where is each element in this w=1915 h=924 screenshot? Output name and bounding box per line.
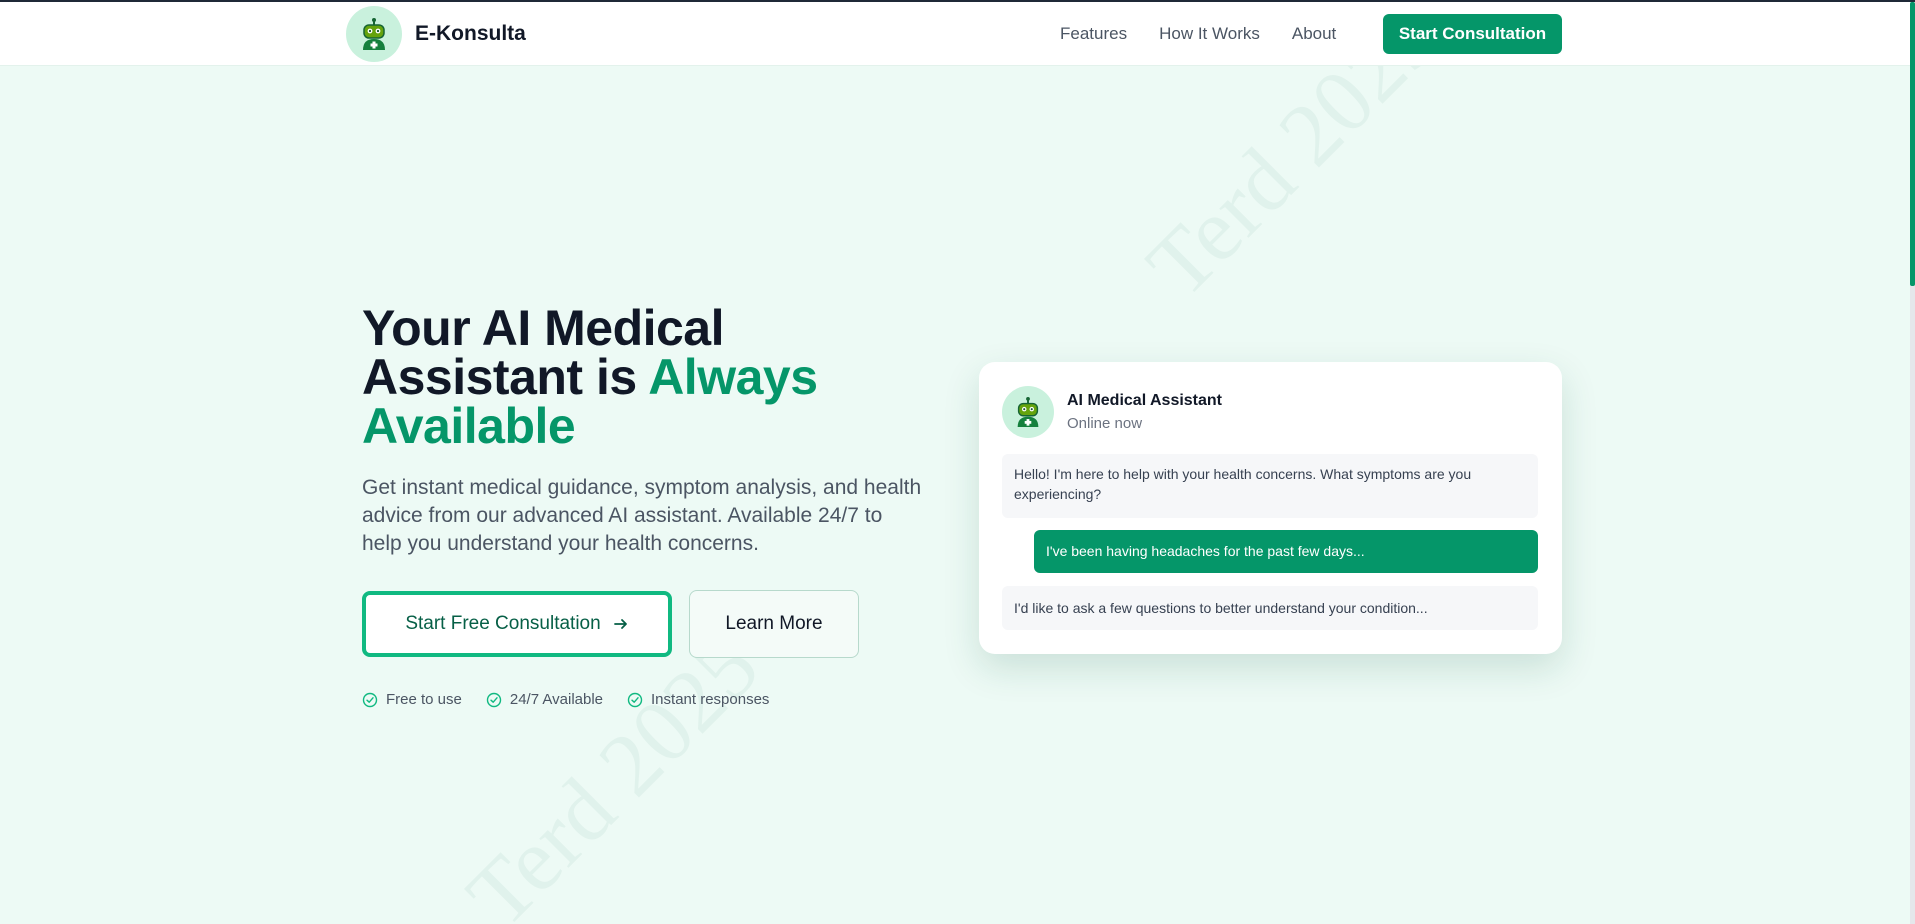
bot-message: I'd like to ask a few questions to bette… (1002, 586, 1538, 630)
hero-description: Get instant medical guidance, symptom an… (362, 476, 922, 555)
nav-link-about[interactable]: About (1292, 24, 1336, 44)
start-consultation-button[interactable]: Start Consultation (1383, 14, 1562, 54)
nav-links: Features How It Works About (1060, 24, 1368, 44)
check-circle-icon (362, 692, 378, 707)
chat-header-text: AI Medical Assistant Online now (1067, 392, 1222, 432)
start-free-consultation-button[interactable]: Start Free Consultation (362, 591, 672, 657)
nav-link-how-it-works[interactable]: How It Works (1159, 24, 1260, 44)
feature-item: 24/7 Available (486, 691, 603, 708)
start-free-consultation-label: Start Free Consultation (405, 613, 601, 634)
learn-more-button[interactable]: Learn More (689, 590, 859, 658)
chat-header: AI Medical Assistant Online now (1002, 386, 1222, 438)
bot-message: Hello! I'm here to help with your health… (1002, 454, 1538, 518)
feature-item: Instant responses (627, 691, 769, 708)
feature-label: 24/7 Available (509, 691, 604, 708)
scrollbar-thumb[interactable] (1910, 2, 1915, 286)
check-circle-icon (486, 692, 502, 707)
feature-label: Instant responses (651, 691, 770, 708)
feature-label: Free to use (386, 691, 462, 708)
watermark: Terd 2025 (448, 617, 778, 924)
navbar: E-Konsulta Features How It Works About S… (0, 2, 1910, 66)
arrow-right-icon (613, 616, 629, 632)
feature-item: Free to use (362, 691, 462, 708)
brand[interactable]: E-Konsulta (346, 6, 526, 62)
assistant-status: Online now (1067, 415, 1143, 432)
chat-preview-card: AI Medical Assistant Online now Hello! I… (979, 362, 1562, 654)
robot-medical-icon (346, 6, 402, 62)
nav-link-features[interactable]: Features (1060, 24, 1127, 44)
hero-title-line1: Your AI Medical (362, 300, 725, 356)
brand-name: E-Konsulta (415, 22, 526, 45)
robot-medical-icon (1002, 386, 1054, 438)
hero-title: Your AI Medical Assistant is Always Avai… (362, 303, 922, 451)
user-message: I've been having headaches for the past … (1034, 530, 1538, 573)
assistant-name: AI Medical Assistant (1067, 392, 1223, 409)
feature-list: Free to use 24/7 Available Instant respo… (362, 691, 793, 708)
check-circle-icon (627, 692, 643, 707)
hero-title-line2: Assistant is (362, 349, 649, 405)
